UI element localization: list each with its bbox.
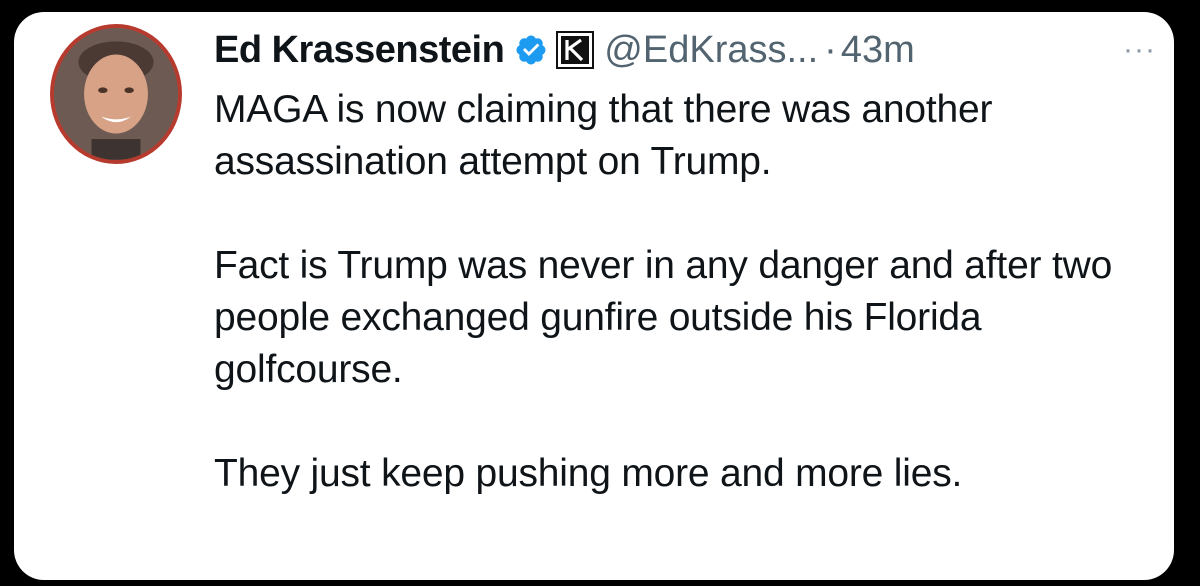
separator-dot: ·	[824, 28, 837, 71]
timestamp[interactable]: 43m	[841, 29, 915, 72]
tweet-header: Ed Krassenstein @EdKrass... · 43m ···	[214, 20, 1164, 80]
tweet-paragraph-3: They just keep pushing more and more lie…	[214, 452, 963, 495]
author-handle[interactable]: @EdKrass...	[604, 29, 818, 72]
tweet-paragraph-2: Fact is Trump was never in any danger an…	[214, 244, 1113, 391]
avatar[interactable]	[50, 24, 182, 164]
tweet-text: MAGA is now claiming that there was anot…	[214, 84, 1164, 500]
tweet-card[interactable]: Ed Krassenstein @EdKrass... · 43m ··· MA	[14, 12, 1174, 580]
tweet-paragraph-1: MAGA is now claiming that there was anot…	[214, 88, 993, 183]
tweet-content: Ed Krassenstein @EdKrass... · 43m ··· MA	[214, 20, 1164, 500]
verified-badge-icon	[514, 33, 548, 67]
more-options-icon[interactable]: ···	[1123, 33, 1156, 67]
author-name[interactable]: Ed Krassenstein	[214, 29, 505, 72]
k-affiliation-icon[interactable]	[556, 31, 595, 69]
avatar-photo	[54, 28, 178, 160]
